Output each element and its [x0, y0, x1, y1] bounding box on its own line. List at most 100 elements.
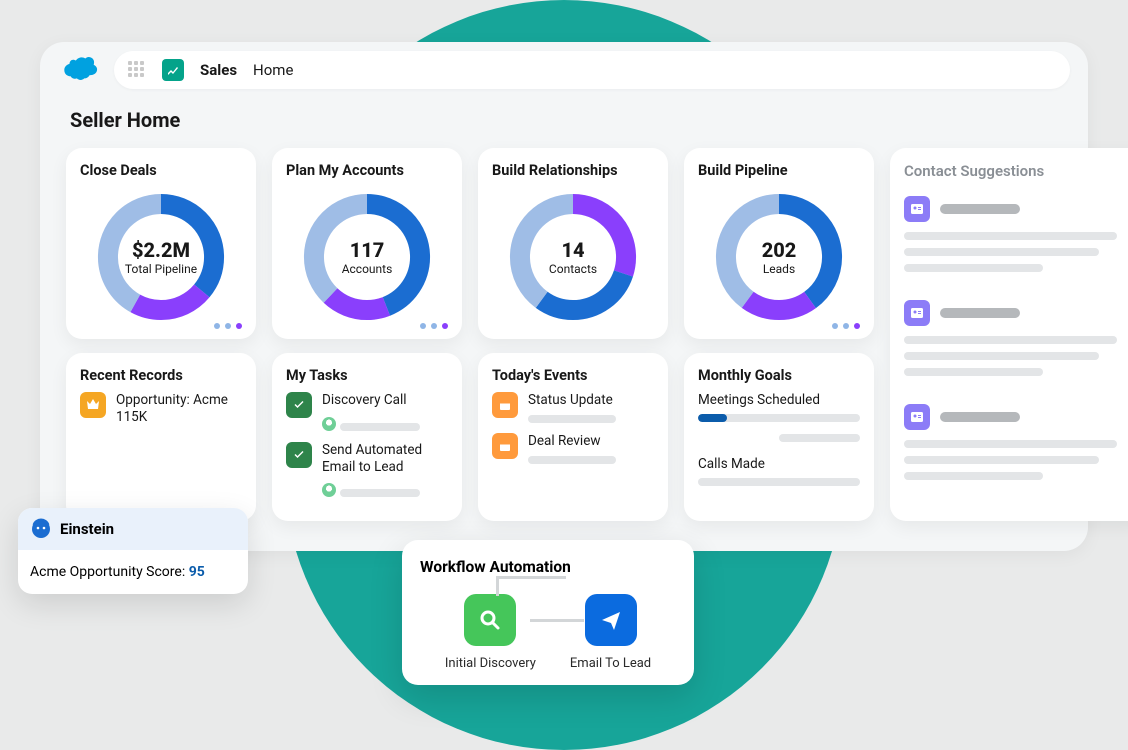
einstein-icon: [30, 518, 52, 540]
todays-events-card: Today's Events Status Update Deal Review: [478, 353, 668, 521]
checkbox-checked-icon[interactable]: [286, 442, 312, 468]
einstein-popup[interactable]: Einstein Acme Opportunity Score: 95: [18, 508, 248, 594]
placeholder-line: [904, 368, 1043, 376]
recent-record-text: Opportunity: Acme 115K: [116, 392, 242, 426]
kpi-title: Build Pipeline: [698, 162, 860, 179]
placeholder-line: [340, 423, 420, 431]
placeholder-line: [904, 440, 1117, 448]
placeholder-line: [779, 434, 860, 442]
placeholder-line: [904, 264, 1043, 272]
workflow-node-label: Initial Discovery: [445, 656, 536, 671]
kpi-title: Close Deals: [80, 162, 242, 179]
search-icon: [464, 594, 516, 646]
event-item[interactable]: Status Update: [492, 392, 654, 423]
task-text: Discovery Call: [322, 392, 448, 409]
placeholder-line: [904, 472, 1043, 480]
crown-icon: [80, 392, 106, 418]
main-grid: Close Deals $2.2M Total Pipeline Plan My…: [40, 148, 1088, 521]
progress-bar: [698, 414, 860, 422]
kpi-card-plan-accounts[interactable]: Plan My Accounts 117 Accounts: [272, 148, 462, 339]
page-title: Seller Home: [40, 98, 1088, 148]
event-text: Status Update: [528, 392, 654, 409]
event-item[interactable]: Deal Review: [492, 433, 654, 464]
placeholder-line: [904, 352, 1099, 360]
placeholder-line: [528, 415, 616, 423]
connector-line: [496, 576, 499, 596]
workflow-node-email-to-lead[interactable]: Email To Lead: [570, 594, 651, 671]
avatar-icon: [322, 483, 336, 497]
placeholder-line: [904, 456, 1099, 464]
workflow-node-initial-discovery[interactable]: Initial Discovery: [445, 594, 536, 671]
suggestion-item[interactable]: [904, 404, 1128, 480]
progress-bar: [698, 478, 860, 486]
kpi-card-build-relationships[interactable]: Build Relationships 14 Contacts: [478, 148, 668, 339]
kpi-label: Contacts: [549, 262, 597, 276]
pager-dots[interactable]: [214, 323, 242, 329]
goal-label: Calls Made: [698, 456, 860, 472]
placeholder-line: [340, 489, 420, 497]
kpi-card-close-deals[interactable]: Close Deals $2.2M Total Pipeline: [66, 148, 256, 339]
kpi-card-build-pipeline[interactable]: Build Pipeline 202 Leads: [684, 148, 874, 339]
donut-chart: 14 Contacts: [503, 187, 643, 327]
checkbox-checked-icon[interactable]: [286, 392, 312, 418]
contact-card-icon: [904, 196, 930, 222]
task-text: Send Automated Email to Lead: [322, 442, 448, 476]
kpi-title: Plan My Accounts: [286, 162, 448, 179]
contact-suggestions-card: Contact Suggestions: [890, 148, 1128, 521]
recent-records-title: Recent Records: [80, 367, 242, 384]
kpi-value: 202: [762, 238, 797, 262]
kpi-label: Leads: [763, 262, 795, 276]
kpi-value: 14: [561, 238, 584, 262]
pager-dots[interactable]: [832, 323, 860, 329]
suggestion-item[interactable]: [904, 196, 1128, 272]
contact-suggestions-title: Contact Suggestions: [904, 162, 1128, 180]
monthly-goals-card: Monthly Goals Meetings Scheduled Calls M…: [684, 353, 874, 521]
calendar-icon: [492, 433, 518, 459]
topbar: Sales Home: [40, 42, 1088, 98]
placeholder-line: [940, 204, 1020, 214]
connector-line: [496, 576, 566, 579]
placeholder-line: [904, 232, 1117, 240]
contact-card-icon: [904, 404, 930, 430]
avatar-icon: [322, 417, 336, 431]
recent-records-card: Recent Records Opportunity: Acme 115K: [66, 353, 256, 521]
pager-dots[interactable]: [420, 323, 448, 329]
placeholder-line: [940, 308, 1020, 318]
task-item[interactable]: Send Automated Email to Lead: [286, 442, 448, 499]
donut-chart: 202 Leads: [709, 187, 849, 327]
suggestion-item[interactable]: [904, 300, 1128, 376]
placeholder-line: [904, 248, 1099, 256]
my-tasks-title: My Tasks: [286, 367, 448, 384]
donut-chart: $2.2M Total Pipeline: [91, 187, 231, 327]
send-icon: [585, 594, 637, 646]
connector-line: [530, 619, 584, 622]
goal-label: Meetings Scheduled: [698, 392, 860, 408]
kpi-label: Accounts: [342, 262, 393, 276]
einstein-title: Einstein: [60, 520, 114, 538]
recent-record-item[interactable]: Opportunity: Acme 115K: [80, 392, 242, 426]
calendar-icon: [492, 392, 518, 418]
kpi-title: Build Relationships: [492, 162, 654, 179]
workflow-automation-popup[interactable]: Workflow Automation Initial Discovery Em…: [402, 540, 694, 685]
placeholder-line: [904, 336, 1117, 344]
kpi-value: $2.2M: [132, 238, 190, 262]
donut-chart: 117 Accounts: [297, 187, 437, 327]
app-name: Sales: [200, 61, 237, 79]
todays-events-title: Today's Events: [492, 367, 654, 384]
nav-pill: Sales Home: [114, 51, 1070, 89]
my-tasks-card: My Tasks Discovery Call Send Automated E…: [272, 353, 462, 521]
kpi-label: Total Pipeline: [125, 262, 197, 276]
sales-app-icon: [162, 59, 184, 81]
salesforce-cloud-logo: [58, 55, 100, 85]
task-item[interactable]: Discovery Call: [286, 392, 448, 432]
placeholder-line: [940, 412, 1020, 422]
event-text: Deal Review: [528, 433, 654, 450]
contact-card-icon: [904, 300, 930, 326]
app-window: Sales Home Seller Home Close Deals $2.2M…: [40, 42, 1088, 551]
einstein-body: Acme Opportunity Score: 95: [18, 550, 248, 594]
nav-tab-home[interactable]: Home: [253, 61, 293, 79]
app-launcher-icon[interactable]: [128, 61, 146, 79]
workflow-title: Workflow Automation: [420, 558, 676, 576]
workflow-node-label: Email To Lead: [570, 656, 651, 671]
monthly-goals-title: Monthly Goals: [698, 367, 860, 384]
